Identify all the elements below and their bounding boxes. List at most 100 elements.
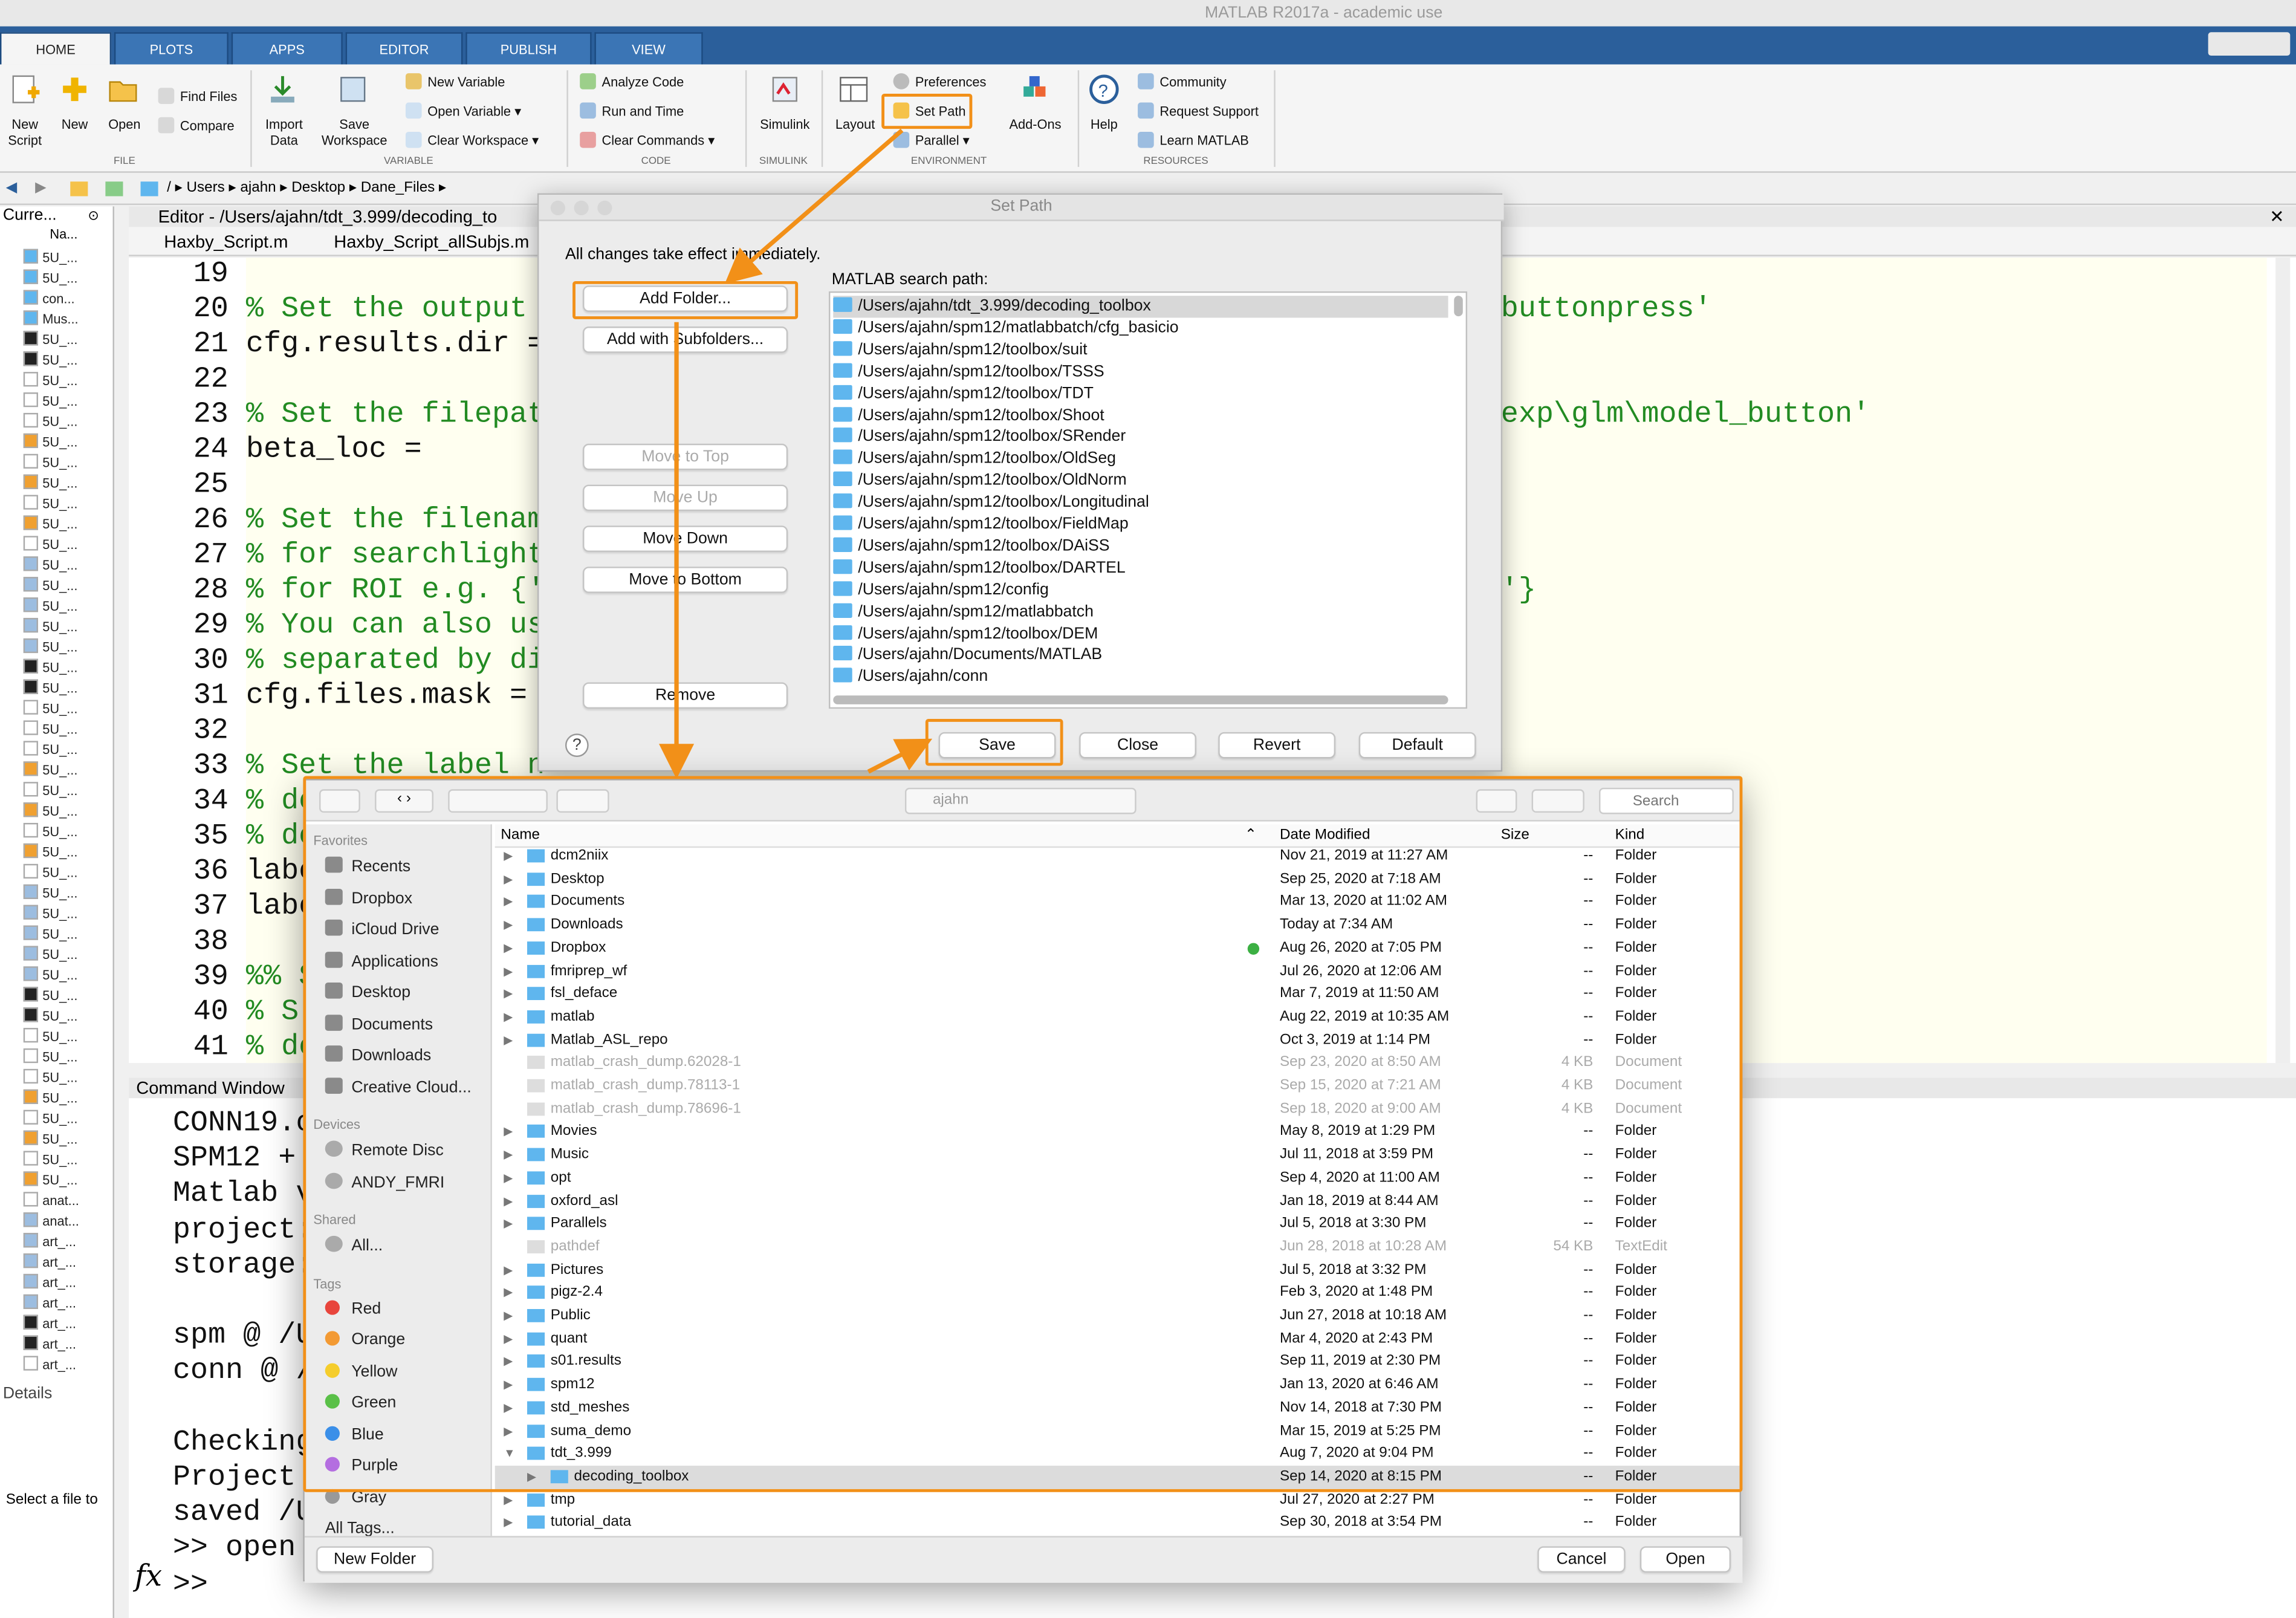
- move-down-button[interactable]: Move Down: [583, 525, 788, 552]
- save-workspace-button[interactable]: Save Workspace: [316, 117, 392, 149]
- list-item[interactable]: 5U_...: [0, 411, 108, 432]
- list-item[interactable]: 5U_...: [0, 1027, 108, 1047]
- list-item[interactable]: 5U_...: [0, 781, 108, 801]
- list-item[interactable]: 5U_...: [0, 719, 108, 739]
- list-item[interactable]: 5U_...: [0, 247, 108, 268]
- list-item[interactable]: 5U_...: [0, 1149, 108, 1170]
- compare-button[interactable]: Compare: [158, 117, 235, 135]
- path-row[interactable]: /Users/ajahn/conn: [833, 667, 1448, 689]
- list-item[interactable]: 5U_...: [0, 1067, 108, 1088]
- list-item[interactable]: 5U_...: [0, 1108, 108, 1129]
- editor-tab-haxby-all[interactable]: Haxby_Script_allSubjs.m: [334, 232, 529, 252]
- run-and-time-button[interactable]: Run and Time: [580, 102, 684, 120]
- cancel-button[interactable]: Cancel: [1537, 1546, 1626, 1573]
- path-row[interactable]: /Users/ajahn/spm12/toolbox/Shoot: [833, 405, 1448, 427]
- list-item[interactable]: art_...: [0, 1334, 108, 1354]
- close-button[interactable]: Close: [1079, 732, 1196, 759]
- list-item[interactable]: 5U_...: [0, 1170, 108, 1191]
- preferences-button[interactable]: Preferences: [893, 73, 986, 91]
- list-item[interactable]: 5U_...: [0, 493, 108, 514]
- help-icon[interactable]: ?: [565, 733, 589, 758]
- move-up-button[interactable]: Move Up: [583, 484, 788, 512]
- move-to-bottom-button[interactable]: Move to Bottom: [583, 567, 788, 593]
- list-item[interactable]: 5U_...: [0, 965, 108, 986]
- list-item[interactable]: 5U_...: [0, 924, 108, 944]
- list-item[interactable]: anat...: [0, 1191, 108, 1211]
- list-item[interactable]: 5U_...: [0, 739, 108, 760]
- path-row[interactable]: /Users/ajahn/spm12/toolbox/Longitudinal: [833, 492, 1448, 514]
- list-item[interactable]: 5U_...: [0, 330, 108, 350]
- tag-item[interactable]: All Tags...: [325, 1520, 395, 1538]
- tab-publish[interactable]: PUBLISH: [465, 32, 592, 65]
- list-item[interactable]: 5U_...: [0, 986, 108, 1006]
- tab-view[interactable]: VIEW: [594, 32, 703, 65]
- window-controls[interactable]: [2208, 32, 2291, 56]
- path-row[interactable]: /Users/ajahn/spm12/toolbox/DARTEL: [833, 557, 1448, 579]
- list-item[interactable]: art_...: [0, 1232, 108, 1252]
- back-arrow-icon[interactable]: ◀: [6, 180, 18, 197]
- revert-button[interactable]: Revert: [1218, 732, 1336, 759]
- path-row[interactable]: /Users/ajahn/spm12/toolbox/OldSeg: [833, 449, 1448, 470]
- breadcrumb[interactable]: / ▸ Users ▸ ajahn ▸ Desktop ▸ Dane_Files…: [167, 180, 446, 197]
- list-item[interactable]: 5U_...: [0, 862, 108, 883]
- request-support-button[interactable]: Request Support: [1138, 102, 1259, 120]
- disclosure-triangle-icon[interactable]: ▶: [504, 1512, 513, 1535]
- default-button[interactable]: Default: [1358, 732, 1476, 759]
- list-item[interactable]: art_...: [0, 1313, 108, 1334]
- list-item[interactable]: art_...: [0, 1252, 108, 1273]
- path-row[interactable]: /Users/ajahn/spm12/toolbox/OldNorm: [833, 470, 1448, 492]
- help-button[interactable]: Help: [1081, 117, 1128, 134]
- list-item[interactable]: 5U_...: [0, 452, 108, 473]
- path-row[interactable]: /Users/ajahn/spm12/toolbox/SRender: [833, 427, 1448, 449]
- list-item[interactable]: 5U_...: [0, 801, 108, 822]
- path-row[interactable]: /Users/ajahn/spm12/toolbox/FieldMap: [833, 514, 1448, 536]
- path-row[interactable]: /Users/ajahn/spm12/matlabbatch: [833, 601, 1448, 623]
- path-list-scrollbar[interactable]: [1454, 296, 1463, 317]
- list-item[interactable]: 5U_...: [0, 432, 108, 452]
- analyze-code-button[interactable]: Analyze Code: [580, 73, 684, 91]
- path-row[interactable]: /Users/ajahn/spm12/config: [833, 579, 1448, 601]
- list-item[interactable]: anat...: [0, 1211, 108, 1232]
- tab-home[interactable]: HOME: [0, 32, 112, 65]
- list-item[interactable]: 5U_...: [0, 555, 108, 576]
- list-item[interactable]: 5U_...: [0, 350, 108, 371]
- new-button[interactable]: New: [53, 117, 97, 134]
- list-item[interactable]: 5U_...: [0, 268, 108, 288]
- open-button[interactable]: Open: [103, 117, 147, 134]
- community-button[interactable]: Community: [1138, 73, 1227, 91]
- clear-workspace-button[interactable]: Clear Workspace ▾: [405, 131, 539, 149]
- find-files-button[interactable]: Find Files: [158, 88, 237, 105]
- list-item[interactable]: 5U_...: [0, 1006, 108, 1027]
- path-row[interactable]: /Users/ajahn/spm12/toolbox/DEM: [833, 623, 1448, 645]
- list-item[interactable]: 5U_...: [0, 637, 108, 657]
- list-item[interactable]: 5U_...: [0, 473, 108, 493]
- layout-button[interactable]: Layout: [828, 117, 883, 134]
- list-item[interactable]: 5U_...: [0, 391, 108, 412]
- list-item[interactable]: 5U_...: [0, 944, 108, 965]
- list-item[interactable]: 5U_...: [0, 1129, 108, 1149]
- open-button[interactable]: Open: [1639, 1546, 1731, 1573]
- search-path-list[interactable]: /Users/ajahn/tdt_3.999/decoding_toolbox /…: [828, 291, 1468, 709]
- list-item[interactable]: 5U_...: [0, 371, 108, 391]
- list-item[interactable]: art_...: [0, 1293, 108, 1313]
- path-row[interactable]: /Users/ajahn/spm12/toolbox/TDT: [833, 383, 1448, 405]
- close-icon[interactable]: ✕: [2269, 206, 2284, 227]
- list-item[interactable]: art_...: [0, 1354, 108, 1375]
- browse-folder-icon[interactable]: [105, 181, 123, 197]
- remove-button[interactable]: Remove: [583, 682, 788, 709]
- details-header[interactable]: Details: [3, 1385, 52, 1403]
- open-variable-button[interactable]: Open Variable ▾: [405, 102, 521, 120]
- list-item[interactable]: con...: [0, 288, 108, 309]
- editor-scrollbar[interactable]: [2275, 258, 2291, 1064]
- tab-apps[interactable]: APPS: [231, 32, 343, 65]
- list-item[interactable]: 5U_...: [0, 903, 108, 924]
- list-item[interactable]: 5U_...: [0, 698, 108, 719]
- simulink-button[interactable]: Simulink: [750, 117, 820, 134]
- forward-arrow-icon[interactable]: ▶: [35, 180, 47, 197]
- list-item[interactable]: 5U_...: [0, 842, 108, 862]
- list-item[interactable]: 5U_...: [0, 657, 108, 678]
- new-variable-button[interactable]: New Variable: [405, 73, 505, 91]
- list-item[interactable]: 5U_...: [0, 596, 108, 617]
- list-item[interactable]: 5U_...: [0, 617, 108, 637]
- path-row[interactable]: /Users/ajahn/spm12/toolbox/suit: [833, 339, 1448, 361]
